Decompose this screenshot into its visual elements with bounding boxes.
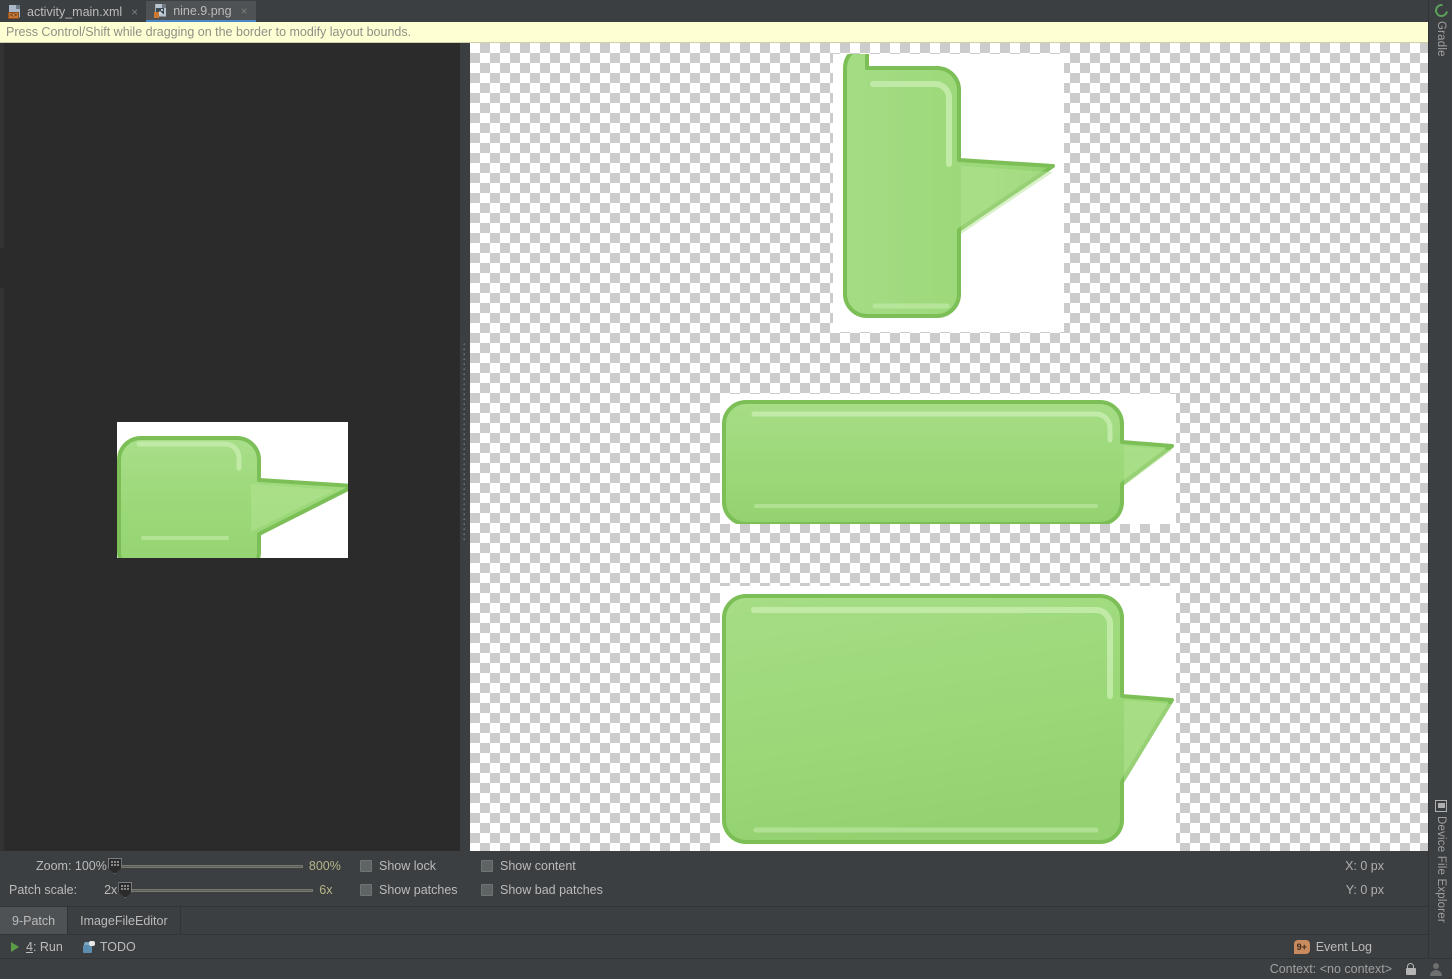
run-label: : Run [32, 940, 63, 954]
splitter-grip-dots [463, 343, 466, 543]
checkbox-show-bad-patches[interactable]: Show bad patches [481, 883, 603, 897]
right-tool-window-stripe: Gradle Device File Explorer [1428, 0, 1452, 958]
memory-indicator-icon[interactable] [1430, 962, 1442, 976]
checkbox-box[interactable] [360, 884, 372, 896]
patch-scale-slider-track[interactable] [123, 889, 314, 892]
run-accelerator: 4 [26, 940, 33, 954]
layout-bounds-hint: Press Control/Shift while dragging on th… [0, 22, 1428, 43]
gradle-label: Gradle [1435, 21, 1447, 57]
patch-scale-label: Patch scale: [9, 883, 78, 897]
horizontal-stretch-preview [720, 394, 1176, 526]
device-file-explorer-label: Device File Explorer [1435, 816, 1447, 923]
tool-window-button-event-log[interactable]: 9+ Event Log [1293, 935, 1372, 959]
editor-tab-strip: <> activity_main.xml × nine.9.png × [0, 0, 1428, 23]
patch-scale-control-row: Patch scale: 2x 6x [9, 878, 333, 902]
pane-left-edge [0, 43, 4, 851]
editor-tab-activity-main-xml[interactable]: <> activity_main.xml × [0, 1, 147, 22]
editor-tab-nine-9-png[interactable]: nine.9.png × [146, 1, 256, 22]
subtab-label: 9-Patch [12, 914, 56, 928]
tool-window-button-run[interactable]: 4: Run [0, 940, 73, 954]
green-speech-bubble-icon [117, 436, 348, 558]
green-speech-bubble-icon [722, 400, 1174, 526]
device-file-explorer-icon [1435, 800, 1447, 812]
subtab-label: ImageFileEditor [80, 914, 168, 928]
run-icon [10, 941, 21, 953]
patch-scale-max-label: 6x [319, 883, 333, 897]
gradle-icon [1431, 1, 1451, 20]
editor-tab-label: activity_main.xml [27, 4, 123, 19]
close-icon[interactable]: × [131, 5, 138, 19]
nine-patch-preview-canvas[interactable] [470, 43, 1428, 851]
checkbox-show-content[interactable]: Show content [481, 859, 576, 873]
checkbox-label: Show content [500, 859, 576, 873]
green-speech-bubble-icon [722, 594, 1174, 844]
zoom-max-label: 800% [308, 859, 341, 873]
show-lock-row: Show lock [360, 854, 436, 878]
tool-window-button-device-file-explorer[interactable]: Device File Explorer [1429, 800, 1452, 923]
patch-scale-slider[interactable] [118, 880, 314, 900]
checkbox-show-patches[interactable]: Show patches [360, 883, 458, 897]
tool-window-button-todo[interactable]: TODO [73, 940, 146, 954]
nine-patch-controls: Zoom: 100% 800% Show lock Show content P… [0, 851, 1428, 905]
show-content-row: Show content [481, 854, 576, 878]
subtab-9-patch[interactable]: 9-Patch [0, 907, 69, 935]
todo-label: TODO [99, 940, 136, 954]
nine-patch-editor-work-area [0, 43, 1428, 851]
event-log-label: Event Log [1315, 940, 1372, 954]
zoom-slider-thumb[interactable] [107, 858, 122, 874]
event-log-badge: 9+ [1293, 940, 1310, 954]
lock-icon[interactable] [1406, 963, 1416, 975]
show-patches-row: Show patches [360, 878, 458, 902]
xml-file-icon: <> [8, 4, 21, 19]
nine-patch-edit-pane[interactable] [0, 43, 460, 851]
editor-tab-label: nine.9.png [173, 3, 232, 18]
show-bad-patches-row: Show bad patches [481, 878, 603, 902]
zoom-control-row: Zoom: 100% 800% [36, 854, 341, 878]
checkbox-box[interactable] [360, 860, 372, 872]
source-image-preview[interactable] [117, 422, 348, 558]
checkbox-show-lock[interactable]: Show lock [360, 859, 436, 873]
subtab-image-file-editor[interactable]: ImageFileEditor [68, 907, 181, 935]
both-stretch-preview [720, 586, 1176, 851]
xml-icon-tag-text: <> [9, 11, 18, 19]
status-bar: Context: <no context> [0, 958, 1452, 979]
green-speech-bubble-icon [843, 44, 1055, 318]
bottom-tool-window-bar: 4: Run TODO 9+ Event Log [0, 934, 1428, 959]
checkbox-label: Show bad patches [500, 883, 603, 897]
todo-icon [82, 941, 95, 953]
patch-scale-slider-thumb[interactable] [118, 882, 133, 898]
cursor-y-readout: Y: 0 px [1345, 883, 1384, 897]
close-icon[interactable]: × [241, 4, 248, 18]
tool-window-button-gradle[interactable]: Gradle [1429, 1, 1452, 57]
pane-splitter[interactable] [460, 43, 470, 851]
png-file-icon [154, 3, 167, 18]
checkbox-box[interactable] [481, 884, 493, 896]
zoom-slider-track[interactable] [112, 865, 303, 868]
editor-subtab-bar: 9-Patch ImageFileEditor [0, 906, 1428, 935]
checkbox-box[interactable] [481, 860, 493, 872]
checkbox-label: Show lock [379, 859, 436, 873]
status-context: Context: <no context> [1269, 962, 1392, 976]
checkbox-label: Show patches [379, 883, 458, 897]
zoom-label: Zoom: 100% [36, 859, 107, 873]
vertical-stretch-preview [833, 44, 1064, 332]
patch-scale-min-label: 2x [104, 883, 118, 897]
zoom-slider[interactable] [107, 856, 303, 876]
cursor-x-readout: X: 0 px [1345, 859, 1384, 873]
